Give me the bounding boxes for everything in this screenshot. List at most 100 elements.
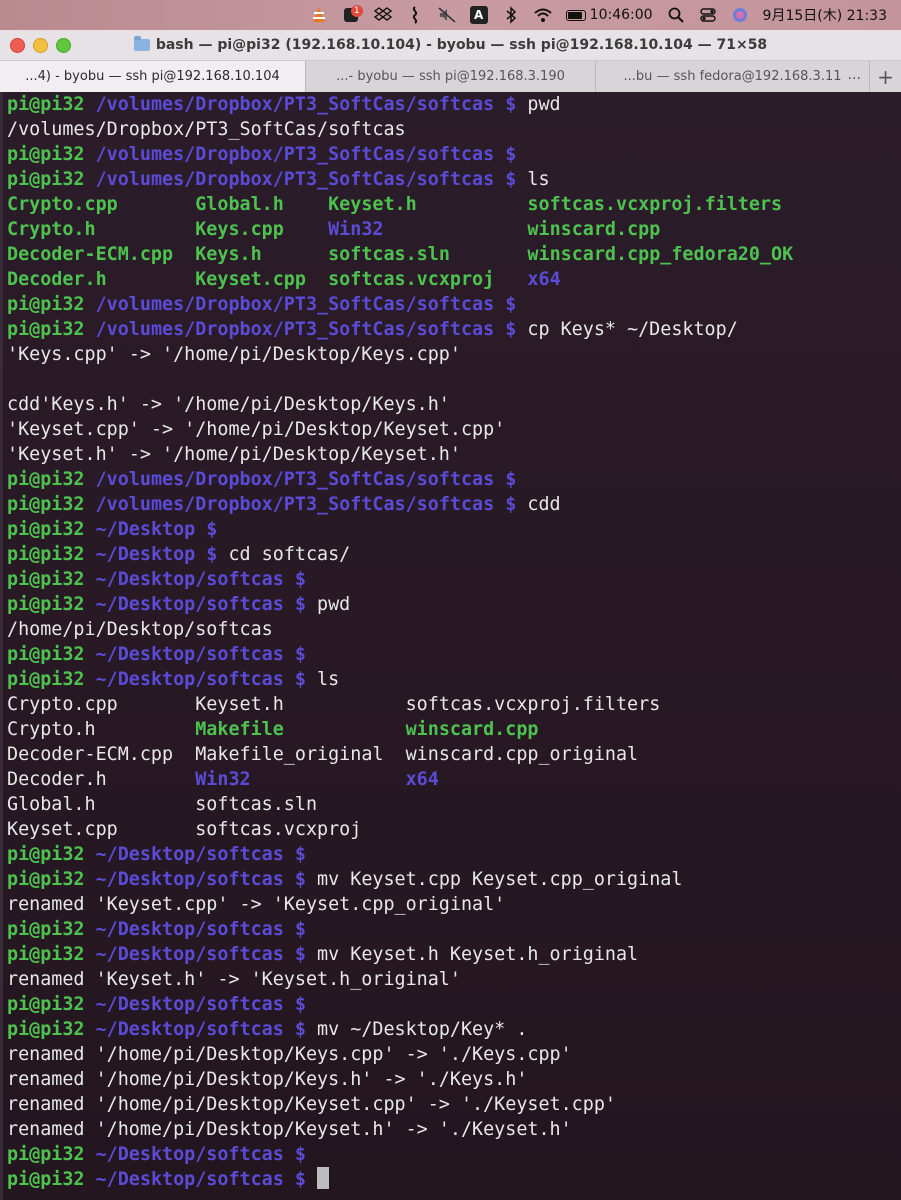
terminal-line: renamed '/home/pi/Desktop/Keys.h' -> './…	[7, 1067, 901, 1092]
tab-2[interactable]: ...- byobu — ssh pi@192.168.3.190	[306, 61, 596, 92]
terminal-text: mv Keyset.cpp Keyset.cpp_original	[317, 869, 683, 890]
input-source-label: A	[474, 8, 484, 22]
input-source-icon[interactable]: A	[469, 6, 488, 24]
terminal-output[interactable]: pi@pi32 /volumes/Dropbox/PT3_SoftCas/sof…	[0, 92, 901, 1200]
terminal-text: renamed '/home/pi/Desktop/Keys.h' -> './…	[7, 1069, 528, 1090]
terminal-line: /home/pi/Desktop/softcas	[7, 617, 901, 642]
prompt-path: /volumes/Dropbox/PT3_SoftCas/softcas $	[95, 169, 528, 190]
prompt-path: ~/Desktop/softcas $	[95, 844, 306, 865]
terminal-text: Global.h	[195, 194, 329, 215]
terminal-text: winscard.cpp_fedora20_OK	[527, 244, 794, 265]
vlc-icon[interactable]	[310, 6, 328, 24]
terminal-line: renamed 'Keyset.h' -> 'Keyset.h_original…	[7, 967, 901, 992]
new-tab-button[interactable]: +	[870, 61, 901, 92]
prompt-user: pi@pi32	[7, 519, 96, 540]
control-center-icon[interactable]	[699, 6, 717, 24]
terminal-text: Keyset.cpp	[7, 819, 196, 840]
terminal-line: renamed '/home/pi/Desktop/Keys.cpp' -> '…	[7, 1042, 901, 1067]
terminal-line: pi@pi32 /volumes/Dropbox/PT3_SoftCas/sof…	[7, 492, 901, 517]
prompt-path: ~/Desktop/softcas $	[95, 669, 318, 690]
tab-1[interactable]: ...4) - byobu — ssh pi@192.168.10.104	[0, 61, 306, 92]
prompt-path: /volumes/Dropbox/PT3_SoftCas/softcas $	[95, 319, 528, 340]
terminal-line: 'Keyset.h' -> '/home/pi/Desktop/Keyset.h…	[7, 442, 901, 467]
terminal-text: Win32	[195, 769, 406, 790]
terminal-text: softcas.vcxproj	[195, 819, 362, 840]
terminal-line: pi@pi32 ~/Desktop/softcas $ pwd	[7, 592, 901, 617]
window-titlebar[interactable]: bash — pi@pi32 (192.168.10.104) - byobu …	[0, 30, 901, 61]
prompt-path: ~/Desktop/softcas $	[95, 944, 318, 965]
terminal-text: Decoder.h	[7, 269, 196, 290]
battery-time: 10:46:00	[589, 7, 653, 23]
dropbox-icon[interactable]	[373, 6, 392, 24]
tab-bar: ...4) - byobu — ssh pi@192.168.10.104 ..…	[0, 61, 901, 93]
terminal-line: Crypto.cpp Keyset.h softcas.vcxproj.filt…	[7, 692, 901, 717]
tab-1-label: ...4) - byobu — ssh pi@192.168.10.104	[25, 69, 280, 84]
terminal-line: 'Keys.cpp' -> '/home/pi/Desktop/Keys.cpp…	[7, 342, 901, 367]
terminal-text: softcas.sln	[195, 794, 318, 815]
folder-icon	[133, 36, 150, 51]
terminal-text: renamed '/home/pi/Desktop/Keyset.cpp' ->…	[7, 1094, 616, 1115]
terminal-line: renamed 'Keyset.cpp' -> 'Keyset.cpp_orig…	[7, 892, 901, 917]
prompt-path: ~/Desktop/softcas $	[95, 994, 306, 1015]
terminal-line: Crypto.h Keys.cpp Win32 winscard.cpp	[7, 217, 901, 242]
terminal-line: pi@pi32 ~/Desktop/softcas $	[7, 842, 901, 867]
terminal-line: pi@pi32 /volumes/Dropbox/PT3_SoftCas/sof…	[7, 292, 901, 317]
tab-2-label: ...- byobu — ssh pi@192.168.3.190	[336, 69, 565, 84]
terminal-text: ls	[317, 669, 340, 690]
wavelength-icon[interactable]	[406, 6, 424, 24]
siri-icon[interactable]	[731, 6, 749, 24]
prompt-path: ~/Desktop/softcas $	[95, 594, 318, 615]
prompt-path: ~/Desktop/softcas $	[95, 1144, 306, 1165]
battery-indicator[interactable]: 10:46:00	[565, 7, 653, 23]
terminal-window: bash — pi@pi32 (192.168.10.104) - byobu …	[0, 30, 901, 1200]
terminal-text: Win32	[328, 219, 528, 240]
terminal-text: cdd	[527, 494, 561, 515]
prompt-path: ~/Desktop/softcas $	[95, 919, 306, 940]
terminal-text: Keyset.h	[195, 694, 406, 715]
battery-icon	[565, 9, 586, 21]
prompt-path: ~/Desktop/softcas $	[95, 869, 318, 890]
text-cursor	[317, 1167, 330, 1189]
notification-app-icon[interactable]: 1	[342, 5, 363, 24]
terminal-text: Global.h	[7, 794, 196, 815]
terminal-line: pi@pi32 ~/Desktop/softcas $	[7, 917, 901, 942]
prompt-user: pi@pi32	[7, 869, 96, 890]
terminal-text: Decoder.h	[7, 769, 196, 790]
prompt-user: pi@pi32	[7, 1019, 96, 1040]
terminal-text: Decoder-ECM.cpp	[7, 744, 196, 765]
window-title: bash — pi@pi32 (192.168.10.104) - byobu …	[0, 30, 901, 60]
prompt-user: pi@pi32	[7, 144, 96, 165]
tab-overflow-icon[interactable]: ...	[848, 67, 861, 83]
terminal-line: Decoder-ECM.cpp Keys.h softcas.sln winsc…	[7, 242, 901, 267]
menu-bar: 1 A 10:46:00 9月15日(木) 21:33	[0, 0, 901, 30]
terminal-text: winscard.cpp_original	[405, 744, 639, 765]
terminal-line: Crypto.h Makefile winscard.cpp	[7, 717, 901, 742]
terminal-line: /volumes/Dropbox/PT3_SoftCas/softcas	[7, 117, 901, 142]
prompt-path: /volumes/Dropbox/PT3_SoftCas/softcas $	[95, 469, 517, 490]
terminal-line: pi@pi32 /volumes/Dropbox/PT3_SoftCas/sof…	[7, 142, 901, 167]
menubar-date-time[interactable]: 9月15日(木) 21:33	[763, 5, 887, 25]
bluetooth-icon[interactable]	[502, 6, 520, 24]
prompt-user: pi@pi32	[7, 544, 96, 565]
terminal-line: Decoder-ECM.cpp Makefile_original winsca…	[7, 742, 901, 767]
terminal-line: pi@pi32 /volumes/Dropbox/PT3_SoftCas/sof…	[7, 92, 901, 117]
terminal-line: Decoder.h Keyset.cpp softcas.vcxproj x64	[7, 267, 901, 292]
spotlight-search-icon[interactable]	[667, 6, 685, 24]
tab-3[interactable]: ...bu — ssh fedora@192.168.3.11 ...	[596, 61, 870, 92]
prompt-user: pi@pi32	[7, 1169, 96, 1190]
terminal-line: pi@pi32 ~/Desktop/softcas $	[7, 1167, 901, 1192]
terminal-text: 'Keyset.h' -> '/home/pi/Desktop/Keyset.h…	[7, 444, 461, 465]
prompt-user: pi@pi32	[7, 594, 96, 615]
wifi-icon[interactable]	[533, 6, 552, 24]
mute-icon[interactable]	[438, 6, 456, 24]
terminal-line: pi@pi32 /volumes/Dropbox/PT3_SoftCas/sof…	[7, 317, 901, 342]
terminal-text: softcas.vcxproj.filters	[405, 694, 661, 715]
prompt-user: pi@pi32	[7, 944, 96, 965]
terminal-text: mv Keyset.h Keyset.h_original	[317, 944, 639, 965]
terminal-line: pi@pi32 ~/Desktop $ cd softcas/	[7, 542, 901, 567]
prompt-user: pi@pi32	[7, 94, 96, 115]
terminal-line: pi@pi32 ~/Desktop/softcas $ ls	[7, 667, 901, 692]
prompt-user: pi@pi32	[7, 1144, 96, 1165]
terminal-text: Decoder-ECM.cpp	[7, 244, 196, 265]
terminal-text: renamed '/home/pi/Desktop/Keyset.h' -> '…	[7, 1119, 572, 1140]
